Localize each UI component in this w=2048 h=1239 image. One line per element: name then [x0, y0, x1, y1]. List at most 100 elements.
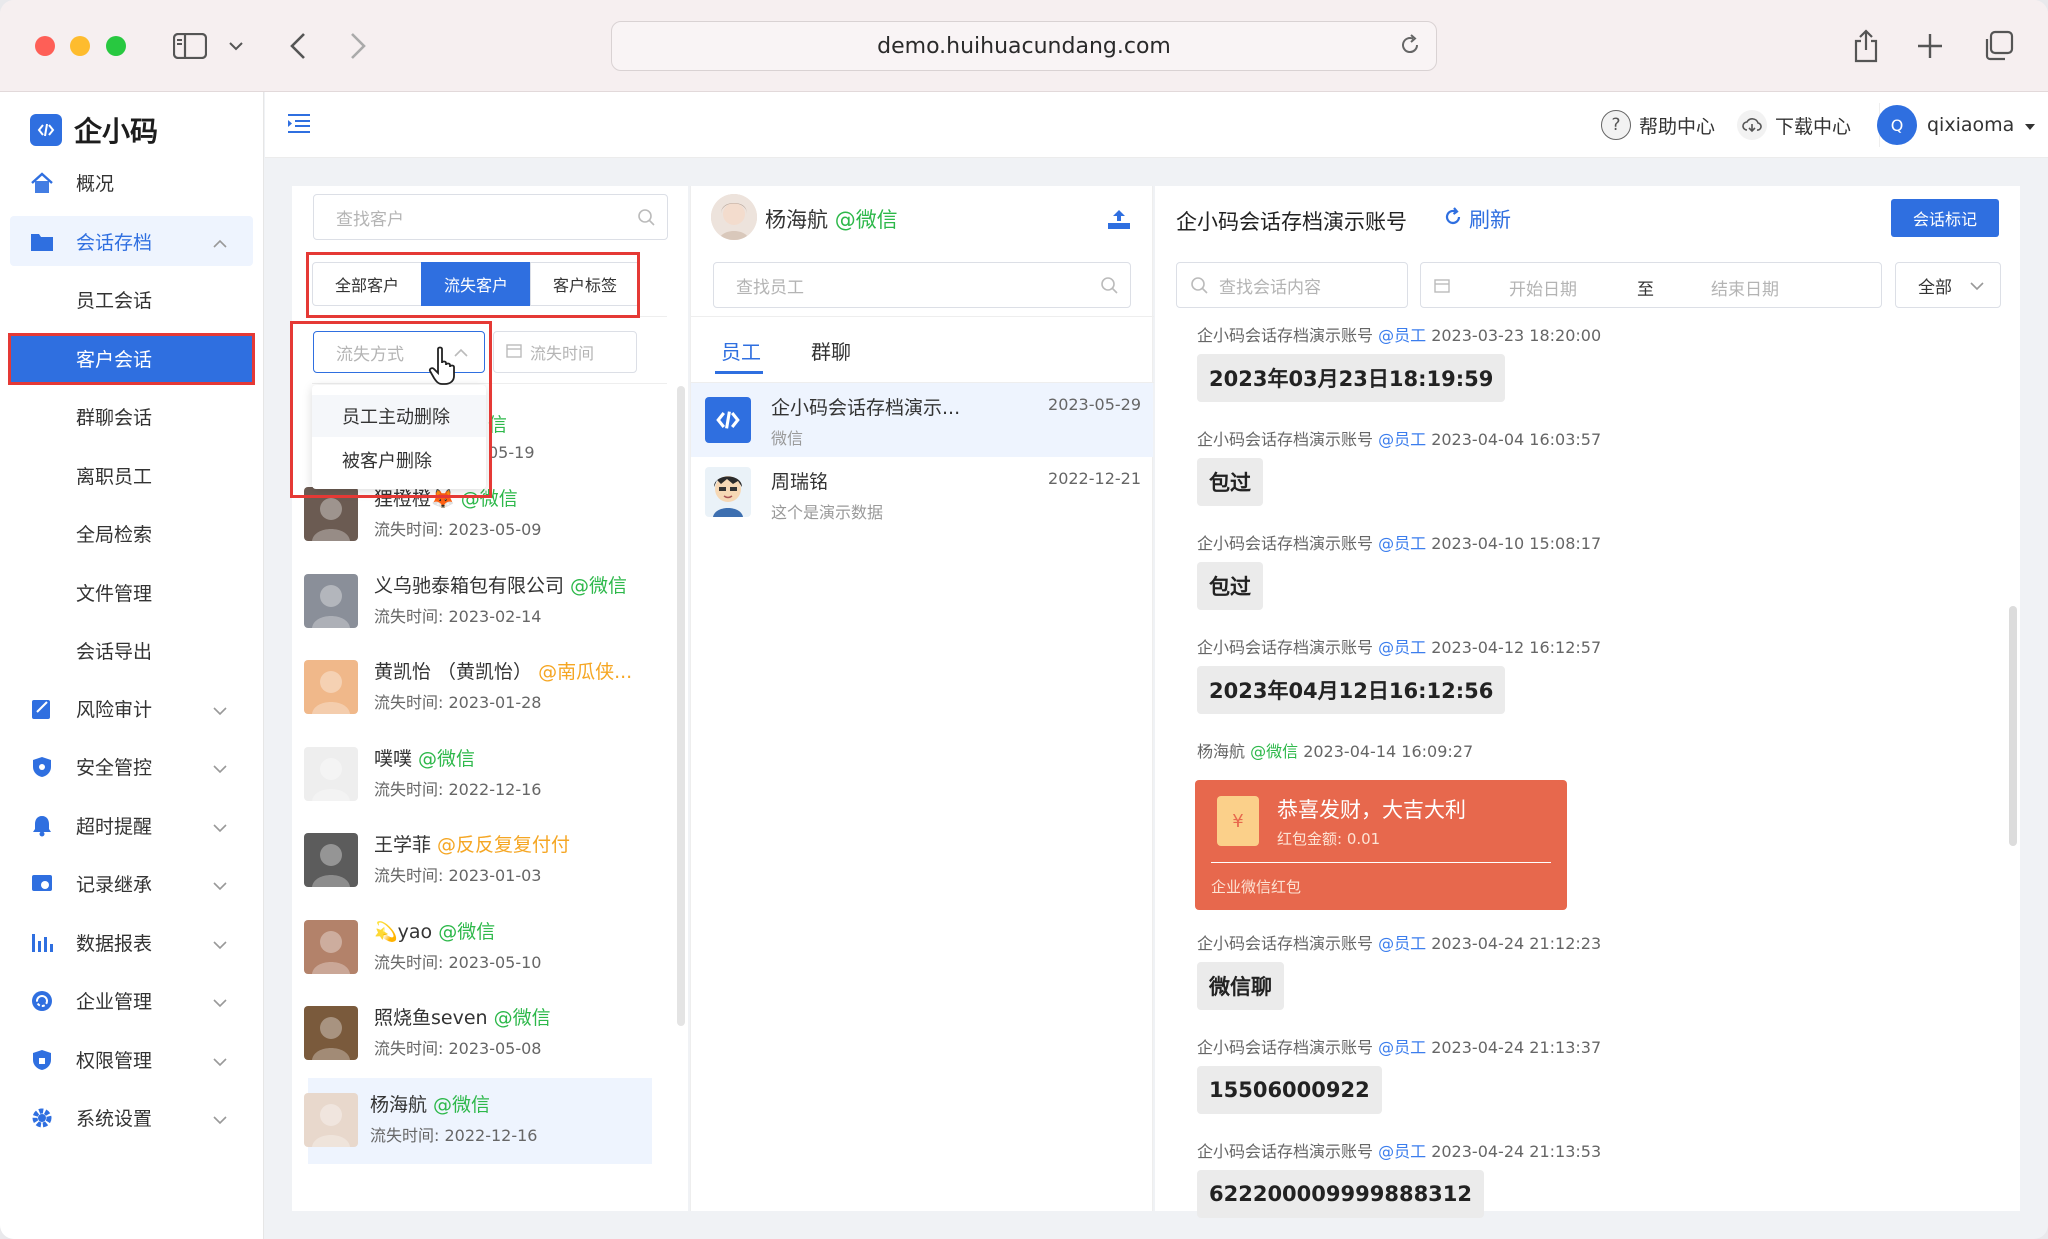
- list-item[interactable]: 义乌驰泰箱包有限公司 @微信 流失时间: 2023-02-14: [292, 559, 632, 645]
- sidebar-item-label: 数据报表: [76, 932, 153, 955]
- tab-overview-icon[interactable]: [1974, 22, 2022, 70]
- tab-all-customers[interactable]: 全部客户: [312, 262, 422, 306]
- employee-sub: 这个是演示数据: [771, 503, 884, 522]
- message-bubble[interactable]: 2023年04月12日16:12:56: [1197, 666, 1506, 714]
- sidebar-sub-resigned-employee[interactable]: 离职员工: [10, 450, 253, 500]
- download-center-link[interactable]: 下载中心: [1737, 110, 1851, 140]
- list-item[interactable]: 噗噗 @微信 流失时间: 2022-12-16: [292, 732, 632, 818]
- chevron-down-icon: [213, 1050, 227, 1067]
- customer-name: 杨海航 @微信: [370, 1093, 491, 1116]
- sidebar-sub-group-chat[interactable]: 群聊会话: [10, 391, 253, 441]
- tab-customer-tags[interactable]: 客户标签: [530, 262, 640, 306]
- minimize-window-button[interactable]: [70, 36, 90, 56]
- tab-group-chats[interactable]: 群聊: [811, 336, 851, 365]
- date-range-picker[interactable]: 开始日期 至 结束日期: [1420, 262, 1882, 308]
- help-circle-icon: ?: [1601, 110, 1631, 140]
- forward-arrow-icon[interactable]: [334, 22, 382, 70]
- sidebar-item-security[interactable]: 安全管控: [10, 741, 253, 791]
- help-center-link[interactable]: ? 帮助中心: [1601, 110, 1715, 140]
- sidebar-item-timeout-alert[interactable]: 超时提醒: [10, 800, 253, 850]
- customer-tag: @微信: [570, 574, 628, 597]
- sidebar-item-enterprise[interactable]: 企业管理: [10, 975, 253, 1025]
- new-tab-icon[interactable]: [1906, 22, 1954, 70]
- sidebar-item-data-report[interactable]: 数据报表: [10, 917, 253, 967]
- customer-search-input[interactable]: 查找客户: [313, 194, 668, 240]
- red-packet-title: 恭喜发财，大吉大利: [1277, 798, 1466, 822]
- gear-icon: [30, 1106, 54, 1130]
- top-header: ? 帮助中心 下载中心 Q qixiaoma: [265, 92, 2048, 158]
- list-item[interactable]: 王学菲 @反反复复付付 流失时间: 2023-01-03: [292, 818, 632, 904]
- message-bubble[interactable]: 622200009999888312: [1197, 1170, 1485, 1218]
- lost-time: 流失时间: 2023-05-09: [374, 520, 542, 539]
- employee-sub: 微信: [771, 429, 804, 448]
- lost-time: 流失时间: 2023-02-14: [374, 606, 542, 626]
- search-icon: [637, 208, 655, 226]
- sidebar-item-overview[interactable]: 概况: [10, 157, 253, 207]
- zoom-window-button[interactable]: [106, 36, 126, 56]
- message-bubble[interactable]: 包过: [1197, 562, 1263, 610]
- employee-search-input[interactable]: 查找员工: [713, 262, 1131, 308]
- list-scrollbar[interactable]: [677, 386, 685, 1026]
- chat-mark-button[interactable]: 会话标记: [1891, 199, 1999, 237]
- sidebar-item-risk-audit[interactable]: 风险审计: [10, 683, 253, 733]
- message-bubble[interactable]: 包过: [1197, 458, 1263, 506]
- chat-search-input[interactable]: 查找会话内容: [1176, 262, 1408, 308]
- back-arrow-icon[interactable]: [274, 22, 322, 70]
- sidebar: 企小码 概况 会话存档 员工会话 客户会话 群聊会话 离职员工 全局检索 文件管…: [0, 92, 264, 1239]
- sidebar-item-settings[interactable]: 系统设置: [10, 1092, 253, 1142]
- message-bubble[interactable]: 2023年03月23日18:19:59: [1197, 354, 1506, 402]
- avatar: [304, 1006, 358, 1060]
- sidebar-item-record-inherit[interactable]: 记录继承: [10, 858, 253, 908]
- tab-label: 全部客户: [334, 276, 399, 295]
- customer-name: 王学菲 @反反复复付付: [374, 834, 571, 856]
- app-logo[interactable]: 企小码: [30, 110, 158, 150]
- sidebar-item-label: 系统设置: [76, 1107, 153, 1130]
- chevron-down-icon[interactable]: [214, 22, 258, 70]
- menu-collapse-icon[interactable]: [287, 112, 311, 138]
- tab-employees[interactable]: 员工: [721, 336, 761, 365]
- export-icon[interactable]: [1107, 208, 1131, 234]
- enterprise-icon: [30, 989, 54, 1013]
- dropdown-option-customer-delete[interactable]: 被客户删除: [312, 439, 486, 481]
- message-type-select[interactable]: 全部: [1895, 262, 2001, 308]
- red-packet-card[interactable]: ¥ 恭喜发财，大吉大利 红包金额: 0.01 企业微信红包: [1195, 780, 1567, 910]
- list-item[interactable]: 黄凯怡 （黄凯怡） @南瓜侠... 流失时间: 2023-01-28: [292, 645, 632, 731]
- chevron-down-icon: [213, 933, 227, 950]
- list-item[interactable]: 杨海航 @微信 流失时间: 2022-12-16: [304, 1077, 652, 1164]
- sidebar-sub-customer-chat[interactable]: 客户会话: [10, 333, 253, 383]
- message-bubble[interactable]: 15506000922: [1197, 1066, 1382, 1114]
- list-item[interactable]: 企小码会话存档演示... 微信 2023-05-29: [691, 383, 1153, 457]
- list-item[interactable]: 周瑞铭 这个是演示数据 2022-12-21: [691, 457, 1153, 531]
- tab-lost-customers[interactable]: 流失客户: [421, 262, 531, 306]
- close-window-button[interactable]: [35, 36, 55, 56]
- sidebar-item-chat-archive[interactable]: 会话存档: [10, 216, 253, 266]
- list-item[interactable]: 照烧鱼seven @微信 流失时间: 2023-05-08: [292, 991, 632, 1077]
- customer-search-placeholder: 查找客户: [336, 209, 404, 230]
- list-item[interactable]: 💫yao @微信 流失时间: 2023-05-10: [292, 905, 632, 991]
- avatar: [705, 467, 751, 517]
- chat-scrollbar[interactable]: [2009, 606, 2017, 846]
- user-menu[interactable]: Q qixiaoma: [1877, 105, 2036, 145]
- customer-name: 黄凯怡 （黄凯怡） @南瓜侠...: [374, 661, 633, 683]
- sidebar-item-permission[interactable]: 权限管理: [10, 1034, 253, 1084]
- sidebar-item-label: 权限管理: [76, 1049, 153, 1072]
- employee-date: 2023-05-29: [1048, 395, 1141, 414]
- message-type-value: 全部: [1918, 277, 1952, 298]
- address-bar[interactable]: demo.huihuacundang.com: [611, 21, 1437, 71]
- sidebar-sub-employee-chat[interactable]: 员工会话: [10, 274, 253, 324]
- sidebar-toggle-icon[interactable]: [166, 22, 214, 70]
- end-date-placeholder: 结束日期: [1711, 280, 1779, 300]
- help-center-label: 帮助中心: [1639, 115, 1716, 138]
- reload-icon[interactable]: [1398, 33, 1426, 61]
- message-bubble[interactable]: 微信聊: [1197, 962, 1284, 1010]
- chevron-down-icon: [213, 757, 227, 774]
- dropdown-option-employee-delete[interactable]: 员工主动删除: [312, 395, 486, 437]
- sidebar-sub-file-management[interactable]: 文件管理: [10, 567, 253, 617]
- lost-time-picker[interactable]: 流失时间: [493, 331, 637, 373]
- date-separator: 至: [1637, 280, 1654, 300]
- refresh-button[interactable]: 刷新: [1443, 204, 1511, 234]
- sidebar-sub-global-search[interactable]: 全局检索: [10, 508, 253, 558]
- sidebar-sub-chat-export[interactable]: 会话导出: [10, 625, 253, 675]
- lost-method-dropdown: 员工主动删除 被客户删除: [312, 385, 486, 489]
- share-icon[interactable]: [1842, 22, 1890, 70]
